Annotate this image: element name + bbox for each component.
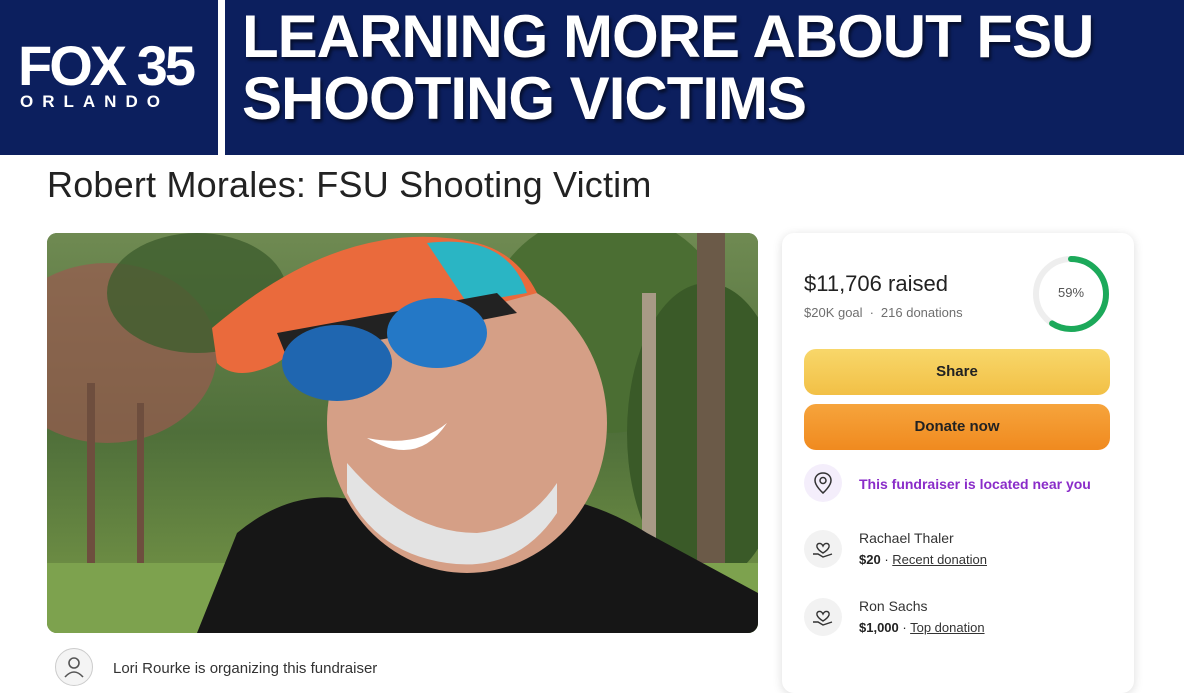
donation-count: 216 donations (880, 305, 963, 320)
goal-text: $20K goal (804, 305, 863, 320)
headline-line-2: SHOOTING VICTIMS (242, 65, 807, 132)
donation-tag-link[interactable]: Recent donation (892, 552, 987, 567)
progress-percent: 59% (1057, 285, 1085, 300)
page-title: Robert Morales: FSU Shooting Victim (47, 164, 652, 205)
donation-card: $11,706 raised $20K goal · 216 donations 5… (782, 233, 1134, 693)
donor-name: Rachael Thaler (859, 530, 954, 546)
location-notice: This fundraiser is located near you (804, 464, 1124, 504)
donation-detail: $1,000 · Top donation (859, 620, 985, 635)
share-button[interactable]: Share (804, 349, 1110, 395)
donate-now-button[interactable]: Donate now (804, 404, 1110, 450)
banner-divider (218, 0, 225, 155)
organizer-text: Lori Rourke is organizing this fundraise… (113, 660, 378, 677)
donor-name: Ron Sachs (859, 598, 928, 614)
heart-hand-icon (804, 598, 842, 636)
donation-amount: $1,000 (859, 620, 899, 635)
donation-amount: $20 (859, 552, 881, 567)
amount-raised: $11,706 raised (804, 271, 948, 296)
near-you-text: This fundraiser is located near you (859, 476, 1091, 492)
donation-item: Rachael Thaler $20 · Recent donation (804, 530, 1124, 578)
donation-detail: $20 · Recent donation (859, 552, 987, 567)
meta-separator: · (869, 305, 874, 320)
donation-item: Ron Sachs $1,000 · Top donation (804, 598, 1124, 646)
headline-line-1: LEARNING MORE ABOUT FSU (242, 3, 1094, 70)
location-pin-icon (804, 464, 842, 502)
heart-hand-icon (804, 530, 842, 568)
raised-meta: $20K goal · 216 donations (804, 305, 963, 320)
fundraiser-photo (47, 233, 758, 633)
fox35-logo: FOX 35 ORLANDO (0, 0, 218, 155)
logo-main-text: FOX 35 (18, 34, 196, 97)
news-banner: FOX 35 ORLANDO LEARNING MORE ABOUT FSU S… (0, 0, 1184, 155)
organizer-row: Lori Rourke is organizing this fundraise… (55, 648, 555, 686)
photo-illustration (47, 233, 758, 633)
news-headline: LEARNING MORE ABOUT FSU SHOOTING VICTIMS (242, 6, 1162, 130)
user-avatar-icon (55, 648, 93, 686)
logo-sub-text: ORLANDO (20, 92, 169, 111)
donation-tag-link[interactable]: Top donation (910, 620, 984, 635)
